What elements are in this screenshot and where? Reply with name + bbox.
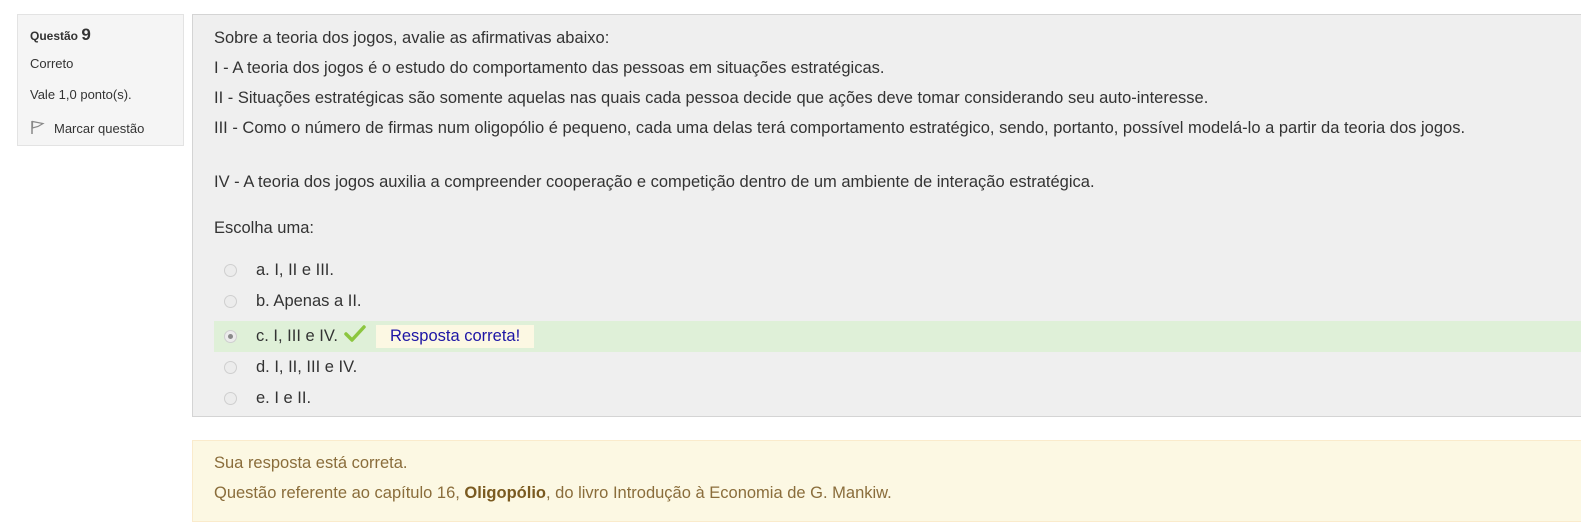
- statement-i: I - A teoria dos jogos é o estudo do com…: [214, 59, 885, 77]
- option-a-label: a. I, II e III.: [256, 261, 334, 279]
- statement-iii: III - Como o número de firmas num oligop…: [214, 119, 1466, 137]
- question-grade: Vale 1,0 ponto(s).: [30, 87, 132, 102]
- statement-iv: IV - A teoria dos jogos auxilia a compre…: [214, 173, 1095, 191]
- option-b[interactable]: b. Apenas a II.: [214, 286, 1581, 317]
- reference-prefix: Questão referente ao capítulo 16,: [214, 484, 465, 502]
- option-e-label: e. I e II.: [256, 389, 312, 407]
- check-icon: [344, 325, 366, 348]
- question-number-value: 9: [81, 25, 91, 44]
- option-b-label: b. Apenas a II.: [256, 292, 362, 310]
- statement-ii: II - Situações estratégicas são somente …: [214, 89, 1209, 107]
- question-label: Questão: [30, 29, 79, 43]
- option-a-radio[interactable]: [224, 264, 237, 277]
- reference-suffix: , do livro Introdução à Economia de G. M…: [546, 484, 892, 502]
- answer-prompt: Escolha uma:: [214, 219, 314, 237]
- flag-icon: [30, 119, 54, 138]
- question-number: Questão 9: [30, 25, 91, 45]
- reference-feedback: Questão referente ao capítulo 16, Oligop…: [214, 484, 892, 503]
- inline-feedback: Resposta correta!: [375, 325, 535, 348]
- option-c[interactable]: c. I, III e IV. Resposta correta!: [214, 321, 1581, 352]
- option-c-radio[interactable]: [224, 330, 237, 343]
- option-c-label: c. I, III e IV.: [256, 327, 338, 345]
- question-formulation: Sobre a teoria dos jogos, avalie as afir…: [192, 14, 1581, 417]
- option-b-radio[interactable]: [224, 295, 237, 308]
- question-info-panel: Questão 9 Correto Vale 1,0 ponto(s). Mar…: [17, 14, 184, 146]
- option-d[interactable]: d. I, II, III e IV.: [214, 352, 1581, 383]
- reference-chapter: Oligopólio: [464, 484, 546, 502]
- question-intro: Sobre a teoria dos jogos, avalie as afir…: [214, 29, 610, 47]
- option-e-radio[interactable]: [224, 392, 237, 405]
- general-feedback: Sua resposta está correta.: [214, 454, 408, 472]
- option-a[interactable]: a. I, II e III.: [214, 255, 1581, 286]
- option-d-radio[interactable]: [224, 361, 237, 374]
- general-feedback-panel: Sua resposta está correta. Questão refer…: [192, 440, 1581, 522]
- question-state: Correto: [30, 56, 74, 71]
- flag-question-button[interactable]: Marcar questão: [30, 119, 144, 138]
- flag-question-label: Marcar questão: [54, 121, 145, 136]
- option-e[interactable]: e. I e II.: [214, 383, 1581, 414]
- option-d-label: d. I, II, III e IV.: [256, 358, 358, 376]
